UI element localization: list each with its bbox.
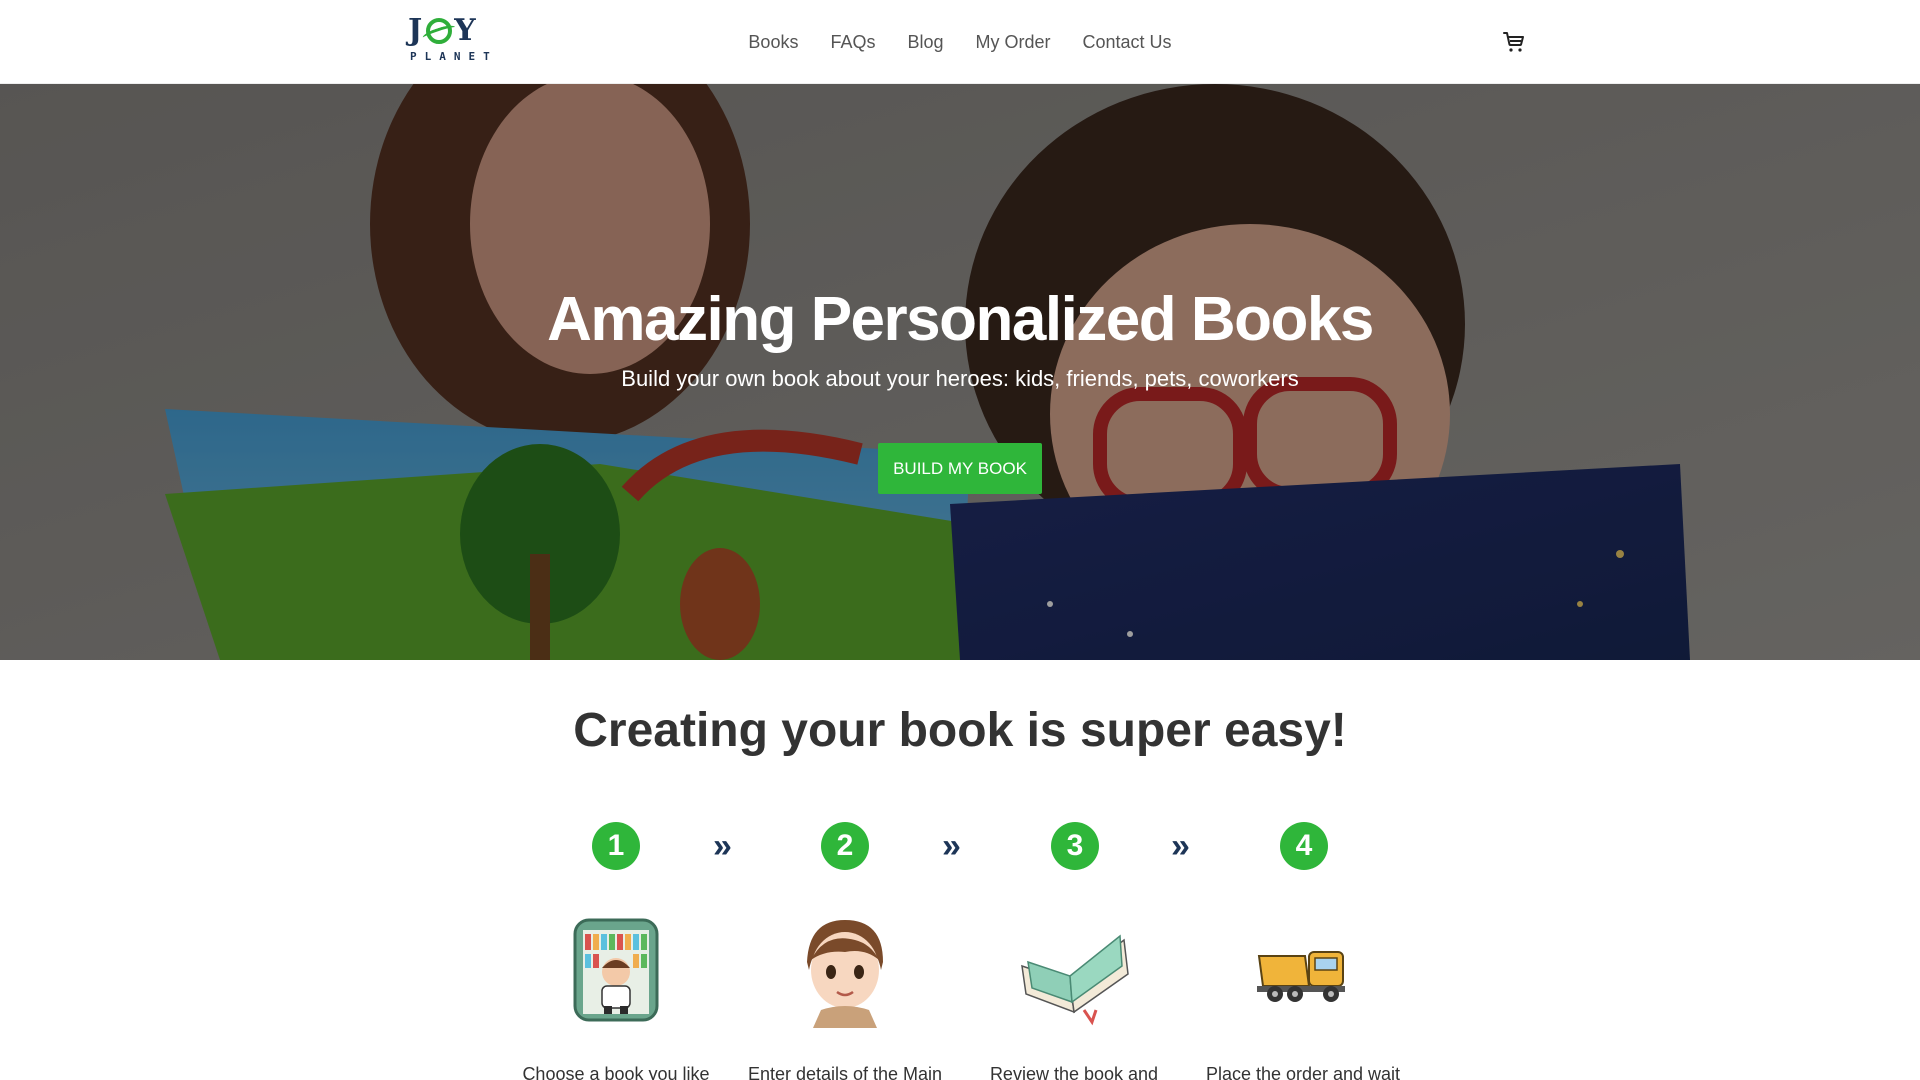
main-nav: Books FAQs Blog My Order Contact Us [0, 0, 1920, 84]
delivery-truck-icon [1257, 951, 1345, 1002]
hero-title: Amazing Personalized Books [547, 285, 1374, 354]
step-number-4: 4 [1280, 822, 1328, 870]
step-number-1: 1 [592, 822, 640, 870]
boy-face-icon [807, 920, 883, 1028]
nav-faqs[interactable]: FAQs [814, 32, 891, 53]
step-description-1: Choose a book you like [522, 1064, 710, 1080]
step-number-3: 3 [1051, 822, 1099, 870]
open-book-icon [1021, 934, 1129, 1026]
hero-subtitle: Build your own book about your heroes: k… [621, 366, 1299, 391]
step-description-3: Review the book and [989, 1064, 1159, 1080]
nav-contact-us[interactable]: Contact Us [1067, 32, 1188, 53]
shopping-cart-icon[interactable] [1502, 30, 1526, 54]
nav-blog[interactable]: Blog [891, 32, 959, 53]
double-chevron-right-icon: » [1171, 827, 1190, 865]
site-header: JY PLANET Books FAQs Blog My Order Conta… [0, 0, 1920, 84]
hero-content: Amazing Personalized Books Build your ow… [0, 84, 1920, 660]
step-description-4: Place the order and wait [1205, 1064, 1401, 1080]
bookshelf-kid-icon [573, 918, 659, 1022]
double-chevron-right-icon: » [942, 827, 961, 865]
steps-section-title: Creating your book is super easy! [573, 704, 1347, 757]
hero-banner: Amazing Personalized Books Build your ow… [0, 84, 1920, 660]
step-description-2: Enter details of the Main [747, 1064, 943, 1080]
nav-books[interactable]: Books [732, 32, 814, 53]
double-chevron-right-icon: » [713, 827, 732, 865]
nav-my-order[interactable]: My Order [960, 32, 1067, 53]
build-my-book-button[interactable]: BUILD MY BOOK [878, 443, 1042, 494]
steps-number-row: 1 » 2 » 3 » 4 [0, 822, 1920, 874]
step-number-2: 2 [821, 822, 869, 870]
